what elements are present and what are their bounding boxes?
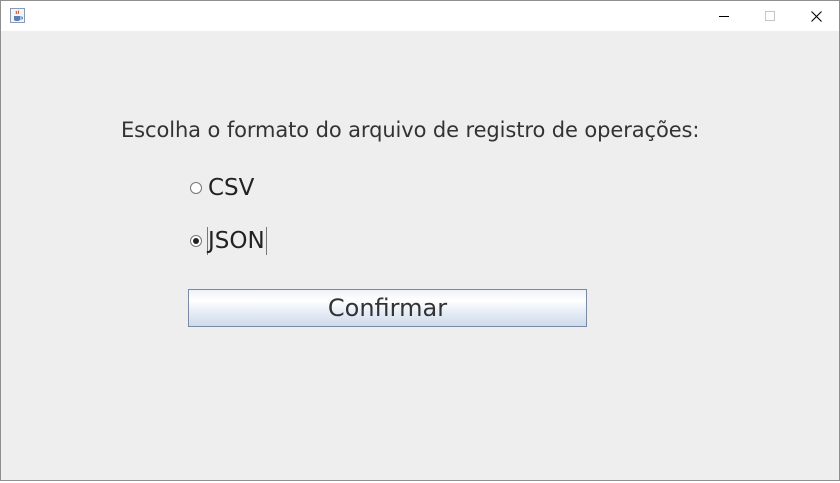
radio-label-csv[interactable]: CSV: [207, 174, 255, 202]
java-cup-icon[interactable]: [10, 8, 25, 23]
app-window: Escolha o formato do arquivo de registro…: [0, 0, 840, 481]
radio-button-csv[interactable]: [190, 182, 202, 194]
close-icon: [810, 10, 822, 22]
minimize-button[interactable]: [701, 1, 747, 31]
title-bar[interactable]: [1, 1, 839, 31]
format-prompt-label: Escolha o formato do arquivo de registro…: [121, 118, 700, 142]
close-button[interactable]: [793, 1, 839, 31]
radio-label-json[interactable]: JSON: [207, 227, 267, 255]
radio-option-csv[interactable]: CSV: [190, 173, 255, 203]
minimize-icon: [719, 16, 729, 17]
maximize-button[interactable]: [747, 1, 793, 31]
maximize-icon: [765, 11, 775, 21]
confirm-button[interactable]: Confirmar: [188, 289, 587, 327]
radio-button-json[interactable]: [190, 235, 202, 247]
radio-option-json[interactable]: JSON: [190, 226, 267, 256]
